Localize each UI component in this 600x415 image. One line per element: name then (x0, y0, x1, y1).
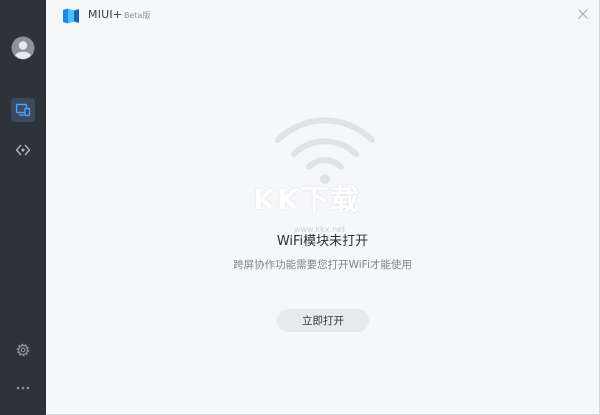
user-avatar-icon (11, 36, 35, 60)
cross-device-icon (15, 144, 31, 156)
gear-icon (16, 343, 30, 357)
app-title: MIUI+ (88, 8, 123, 21)
watermark-text: KK下载 (253, 183, 361, 216)
sidebar-item-connect[interactable] (11, 138, 35, 162)
beta-badge: Beta版 (124, 11, 151, 20)
title-bar[interactable]: MIUI+ Beta版 (46, 0, 599, 32)
miui-logo-icon (63, 8, 79, 24)
sidebar-item-more[interactable] (11, 376, 35, 400)
wifi-icon (275, 117, 375, 184)
wifi-status-title: WiFi模块未打开 (276, 234, 369, 249)
sidebar (0, 0, 46, 415)
main-panel: MIUI+ Beta版 KK下载 www.kkx.net WiFi模块未打开 跨… (46, 0, 600, 415)
close-icon[interactable] (577, 8, 589, 20)
sidebar-item-settings[interactable] (11, 338, 35, 362)
devices-icon (15, 103, 31, 117)
more-dots-icon (16, 386, 30, 390)
sidebar-item-devices[interactable] (11, 98, 35, 122)
open-wifi-button[interactable]: 立即打开 (277, 309, 369, 332)
wifi-status-description: 跨屏协作功能需要您打开WiFi才能使用 (233, 259, 412, 271)
user-avatar[interactable] (11, 36, 35, 60)
